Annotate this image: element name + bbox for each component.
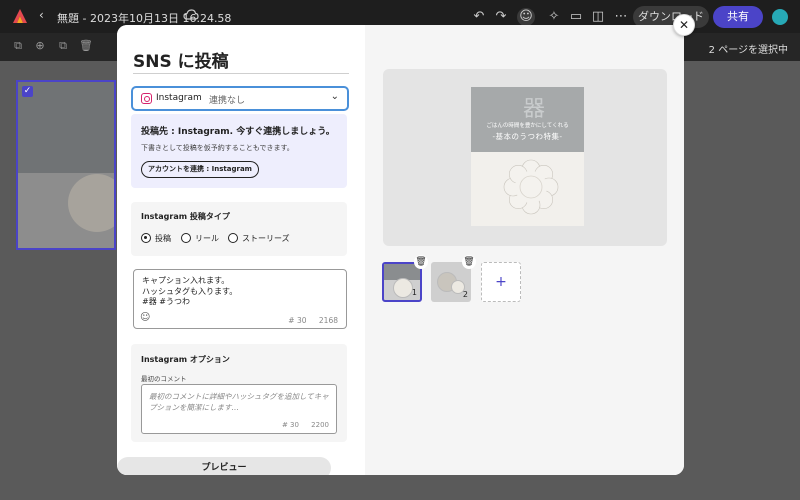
caption-textarea[interactable]: キャプション入れます。 ハッシュタグも入ります。 #器 #うつわ ☺ # 30 … bbox=[133, 269, 347, 329]
comment-hashtag-count: # 30 bbox=[281, 421, 299, 429]
connect-description: 下書きとして投稿を仮予約することもできます。 bbox=[141, 144, 294, 152]
caption-text[interactable]: キャプション入れます。 ハッシュタグも入ります。 #器 #うつわ bbox=[142, 276, 342, 308]
caption-hashtag-count: # 30 bbox=[288, 316, 307, 325]
background-page-thumbnail[interactable]: ✓ bbox=[16, 80, 116, 250]
more-icon[interactable]: ⋯ bbox=[612, 8, 630, 26]
add-page-button[interactable]: + bbox=[481, 262, 521, 302]
page-thumbnail-1[interactable]: 1 bbox=[382, 262, 422, 302]
radio-label: リール bbox=[195, 234, 219, 243]
emoji-icon[interactable]: ☺ bbox=[140, 312, 150, 323]
preview-pane: 器 ごはんの時間を豊かにしてくれる -基本のうつわ特集- bbox=[365, 25, 684, 475]
dialog-title: SNS に投稿 bbox=[133, 52, 229, 72]
duplicate-page-icon[interactable]: ⧉ bbox=[56, 39, 70, 53]
options-label: Instagram オプション bbox=[141, 355, 230, 364]
undo-icon[interactable]: ↶ bbox=[470, 8, 488, 26]
share-button[interactable]: 共有 bbox=[713, 6, 763, 28]
page-select-checkbox[interactable]: ✓ bbox=[22, 86, 33, 97]
delete-page-2-icon[interactable]: 🗑 bbox=[462, 255, 476, 269]
post-preview-image: 器 ごはんの時間を豊かにしてくれる -基本のうつわ特集- bbox=[471, 87, 584, 226]
comment-counters: # 30 2200 bbox=[272, 421, 329, 429]
preview-title: -基本のうつわ特集- bbox=[492, 132, 563, 141]
adobe-express-logo-icon[interactable] bbox=[12, 8, 28, 24]
first-comment-field[interactable]: 最初のコメントに詳細やハッシュタグを追加してキャプションを簡潔にします… # 3… bbox=[141, 384, 337, 434]
preview-stage: 器 ごはんの時間を豊かにしてくれる -基本のうつわ特集- bbox=[383, 69, 667, 246]
lightbulb-icon[interactable]: ✧ bbox=[545, 8, 563, 26]
connect-account-panel: 投稿先 : Instagram. 今すぐ連携しましょう。 下書きとして投稿を仮予… bbox=[131, 114, 347, 188]
caption-char-count: 2168 bbox=[318, 316, 338, 325]
radio-dot[interactable] bbox=[228, 233, 238, 243]
account-platform: Instagram bbox=[156, 93, 202, 103]
radio-label: ストーリーズ bbox=[242, 234, 290, 243]
first-comment-placeholder: 最初のコメントに詳細やハッシュタグを追加してキャプションを簡潔にします… bbox=[149, 392, 329, 412]
redo-icon[interactable]: ↷ bbox=[492, 8, 510, 26]
delete-page-icon[interactable]: 🗑 bbox=[79, 39, 93, 53]
page-number: 1 bbox=[411, 288, 417, 297]
account-dropdown[interactable]: Instagram 連携なし ⌄ bbox=[131, 86, 349, 111]
plate-image bbox=[68, 174, 114, 232]
title-divider bbox=[133, 73, 349, 74]
chevron-down-icon: ⌄ bbox=[330, 91, 339, 102]
cloud-icon[interactable] bbox=[183, 8, 199, 22]
back-chevron-icon[interactable]: ‹ bbox=[39, 8, 44, 22]
first-comment-label: 最初のコメント bbox=[141, 375, 187, 383]
copy-page-icon[interactable]: ⧉ bbox=[11, 39, 25, 53]
delete-page-1-icon[interactable]: 🗑 bbox=[414, 255, 428, 269]
post-type-panel: Instagram 投稿タイプ 投稿 リール ストーリーズ bbox=[131, 202, 347, 256]
connect-heading: 投稿先 : Instagram. 今すぐ連携しましょう。 bbox=[141, 127, 335, 137]
preview-kanji: 器 bbox=[523, 97, 546, 122]
connect-instagram-button[interactable]: アカウントを連携 : Instagram bbox=[141, 161, 259, 178]
post-settings-pane: SNS に投稿 Instagram 連携なし ⌄ 投稿先 : Instagram… bbox=[117, 25, 365, 475]
post-type-label: Instagram 投稿タイプ bbox=[141, 212, 230, 221]
sns-post-dialog: SNS に投稿 Instagram 連携なし ⌄ 投稿先 : Instagram… bbox=[117, 25, 684, 475]
collaborator-icon[interactable]: ☺ bbox=[517, 8, 535, 26]
account-status: 連携なし bbox=[209, 96, 246, 106]
instagram-icon bbox=[141, 93, 152, 104]
radio-dot[interactable] bbox=[141, 233, 151, 243]
comment-icon[interactable]: ▭ bbox=[567, 8, 585, 26]
caption-counters: # 30 2168 bbox=[278, 316, 338, 325]
radio-label: 投稿 bbox=[155, 234, 171, 243]
preview-subtitle: ごはんの時間を豊かにしてくれる bbox=[486, 123, 569, 129]
selection-status: 2 ページを選択中 bbox=[708, 45, 788, 56]
comment-char-count: 2200 bbox=[311, 421, 329, 429]
plate-image bbox=[503, 159, 559, 215]
chat-icon[interactable]: ◫ bbox=[589, 8, 607, 26]
page-number: 2 bbox=[462, 290, 468, 299]
close-icon[interactable]: ✕ bbox=[673, 14, 695, 36]
radio-dot[interactable] bbox=[181, 233, 191, 243]
thumbnail-plate bbox=[393, 278, 413, 298]
preview-button[interactable]: プレビュー bbox=[117, 457, 331, 475]
instagram-options-panel: Instagram オプション 最初のコメント 最初のコメントに詳細やハッシュタ… bbox=[131, 344, 347, 442]
document-title[interactable]: 無題 - 2023年10月13日 16.24.58 bbox=[57, 10, 231, 26]
add-page-icon[interactable]: ⊕ bbox=[33, 39, 47, 53]
avatar[interactable] bbox=[772, 9, 788, 25]
